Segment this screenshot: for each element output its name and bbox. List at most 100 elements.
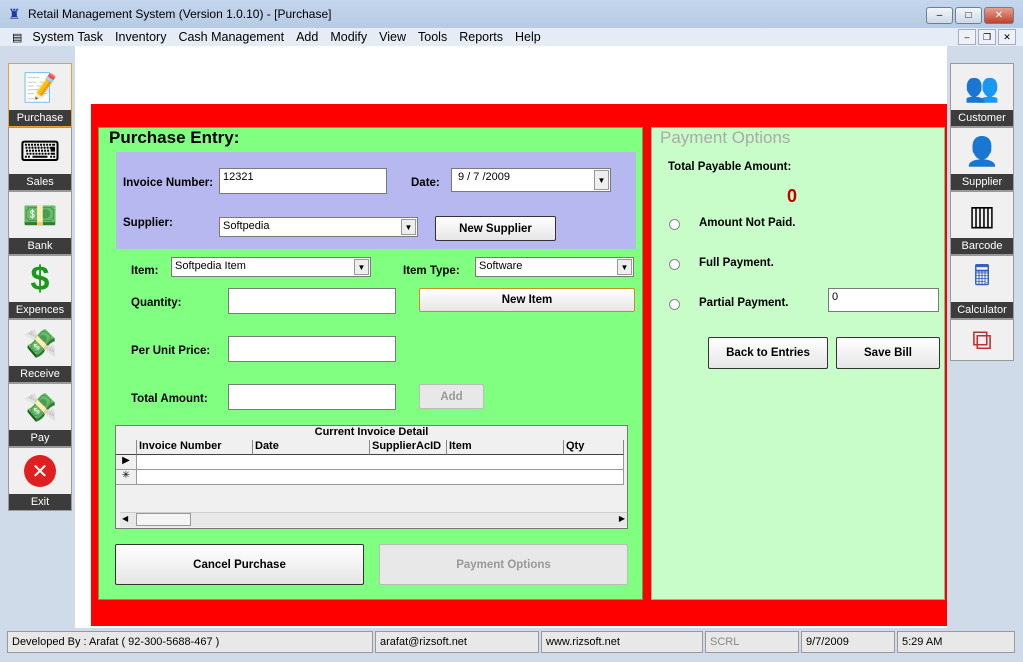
- total-payable-value: 0: [787, 186, 797, 207]
- nav-label: Bank: [9, 238, 71, 254]
- nav-receive[interactable]: 💸Receive: [8, 319, 72, 383]
- nav-pay[interactable]: 💸Pay: [8, 383, 72, 447]
- nav-calculator[interactable]: 🖩Calculator: [950, 255, 1014, 319]
- close-button[interactable]: ✕: [984, 7, 1014, 24]
- nav-label: Purchase: [9, 110, 71, 126]
- item-value: Softpedia Item: [175, 260, 246, 272]
- scroll-right-icon[interactable]: ▶: [619, 514, 625, 523]
- menu-inventory[interactable]: Inventory: [109, 30, 172, 44]
- column-qty[interactable]: Qty: [564, 440, 624, 455]
- status-date: 9/7/2009: [801, 631, 895, 653]
- mdi-close-button[interactable]: ✕: [998, 29, 1016, 45]
- column-invoice-number[interactable]: Invoice Number: [137, 440, 253, 455]
- menu-tools[interactable]: Tools: [412, 30, 453, 44]
- title-bar: ♜ Retail Management System (Version 1.0.…: [0, 0, 1023, 28]
- app-icon: ♜: [8, 6, 21, 23]
- table-row[interactable]: [137, 470, 624, 485]
- menu-bar: ▤ System Task Inventory Cash Management …: [0, 28, 1023, 46]
- table-row[interactable]: [137, 455, 624, 470]
- unit-price-input[interactable]: [228, 336, 396, 362]
- total-amount-input[interactable]: [228, 384, 396, 410]
- nav-label: Expences: [9, 302, 71, 318]
- item-select[interactable]: Softpedia Item ▼: [171, 257, 371, 277]
- nav-expences[interactable]: $Expences: [8, 255, 72, 319]
- supplier-icon: 👤: [951, 128, 1013, 174]
- nav-barcode[interactable]: ▥Barcode: [950, 191, 1014, 255]
- chevron-down-icon[interactable]: ▼: [617, 259, 632, 275]
- mdi-restore-button[interactable]: ❐: [978, 29, 996, 45]
- quantity-label: Quantity:: [131, 297, 181, 309]
- supplier-select[interactable]: Softpedia ▼: [219, 217, 418, 237]
- nav-label: Customer: [951, 110, 1013, 126]
- amount-not-paid-radio[interactable]: [669, 219, 680, 230]
- minimize-button[interactable]: –: [926, 7, 953, 24]
- nav-windows[interactable]: ⧉: [950, 319, 1014, 361]
- date-picker[interactable]: 9 / 7 /2009 ▼: [451, 168, 611, 192]
- partial-payment-radio[interactable]: [669, 299, 680, 310]
- chevron-down-icon[interactable]: ▼: [354, 259, 369, 275]
- nav-label: Exit: [9, 494, 71, 510]
- menu-add[interactable]: Add: [290, 30, 324, 44]
- cancel-purchase-button[interactable]: Cancel Purchase: [115, 544, 364, 585]
- mdi-minimize-button[interactable]: –: [958, 29, 976, 45]
- status-email: arafat@rizsoft.net: [375, 631, 539, 653]
- amount-not-paid-label[interactable]: Amount Not Paid.: [699, 217, 795, 229]
- item-type-value: Software: [479, 260, 522, 272]
- invoice-detail-grid[interactable]: Current Invoice Detail Invoice Number Da…: [115, 425, 628, 529]
- menu-cash-management[interactable]: Cash Management: [172, 30, 290, 44]
- scroll-left-icon[interactable]: ◀: [122, 514, 128, 523]
- nav-label: Receive: [9, 366, 71, 382]
- full-payment-label[interactable]: Full Payment.: [699, 257, 774, 269]
- menu-system-task[interactable]: System Task: [26, 30, 109, 44]
- nav-exit[interactable]: ✕Exit: [8, 447, 72, 511]
- column-date[interactable]: Date: [253, 440, 370, 455]
- windows-icon: ⧉: [951, 320, 1013, 360]
- menu-view[interactable]: View: [373, 30, 412, 44]
- nav-label: Pay: [9, 430, 71, 446]
- new-supplier-button[interactable]: New Supplier: [435, 216, 556, 241]
- nav-label: Sales: [9, 174, 71, 190]
- new-row-icon: ✳: [116, 470, 137, 485]
- chevron-down-icon[interactable]: ▼: [401, 219, 416, 235]
- barcode-icon: ▥: [951, 192, 1013, 238]
- nav-sales[interactable]: ⌨Sales: [8, 127, 72, 191]
- item-type-select[interactable]: Software ▼: [475, 257, 634, 277]
- maximize-button[interactable]: □: [955, 7, 982, 24]
- supplier-value: Softpedia: [223, 220, 269, 232]
- payment-options-button[interactable]: Payment Options: [379, 544, 628, 585]
- partial-payment-label[interactable]: Partial Payment.: [699, 297, 788, 309]
- unit-price-label: Per Unit Price:: [131, 345, 210, 357]
- calculator-icon: 🖩: [951, 256, 1013, 302]
- nav-purchase[interactable]: 📝Purchase: [8, 63, 72, 127]
- invoice-number-input[interactable]: 12321: [219, 168, 387, 194]
- horizontal-scrollbar[interactable]: ◀ ▶: [120, 512, 627, 527]
- payment-options-panel: Payment Options Total Payable Amount: 0 …: [651, 127, 945, 600]
- save-bill-button[interactable]: Save Bill: [836, 337, 940, 369]
- column-supplier-acid[interactable]: SupplierAcID: [370, 440, 447, 455]
- total-amount-label: Total Amount:: [131, 393, 208, 405]
- new-item-button[interactable]: New Item: [419, 288, 635, 312]
- nav-bank[interactable]: 💵Bank: [8, 191, 72, 255]
- item-type-label: Item Type:: [403, 265, 460, 277]
- menu-reports[interactable]: Reports: [453, 30, 509, 44]
- status-developer: Developed By : Arafat ( 92-300-5688-467 …: [7, 631, 373, 653]
- scroll-thumb[interactable]: [136, 513, 191, 526]
- date-value: 9 / 7 /2009: [458, 171, 510, 183]
- menu-help[interactable]: Help: [509, 30, 547, 44]
- full-payment-radio[interactable]: [669, 259, 680, 270]
- add-button[interactable]: Add: [419, 384, 484, 409]
- status-scroll-lock: SCRL: [705, 631, 799, 653]
- status-website: www.rizsoft.net: [541, 631, 703, 653]
- column-item[interactable]: Item: [447, 440, 564, 455]
- chevron-down-icon[interactable]: ▼: [594, 170, 609, 190]
- document-icon: ▤: [0, 31, 26, 44]
- quantity-input[interactable]: [228, 288, 396, 314]
- row-header: [116, 440, 137, 455]
- back-to-entries-button[interactable]: Back to Entries: [708, 337, 828, 369]
- menu-modify[interactable]: Modify: [324, 30, 373, 44]
- payment-title: Payment Options: [660, 128, 793, 148]
- nav-supplier[interactable]: 👤Supplier: [950, 127, 1014, 191]
- nav-label: Calculator: [951, 302, 1013, 318]
- nav-customer[interactable]: 👥Customer: [950, 63, 1014, 127]
- partial-payment-input[interactable]: 0: [828, 288, 939, 312]
